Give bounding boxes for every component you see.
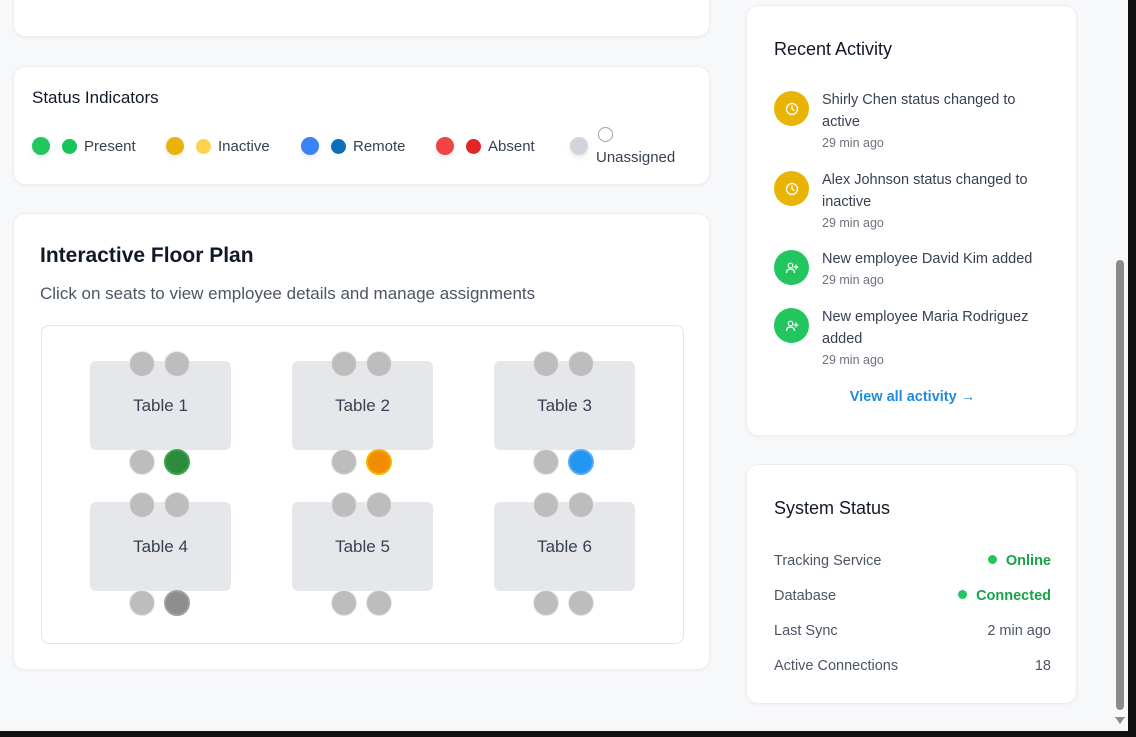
seat[interactable] xyxy=(366,492,392,518)
legend-label: Unassigned xyxy=(596,149,676,166)
window-edge xyxy=(1128,0,1136,737)
activity-time: 29 min ago xyxy=(822,136,884,150)
floor-plan-area: Table 1 Table 2 Table 3 Table 4 Table 5 Table… xyxy=(41,325,684,644)
table-label: Table 2 xyxy=(335,395,390,415)
inactive-dot xyxy=(166,137,184,155)
seat[interactable] xyxy=(366,351,392,377)
seat[interactable] xyxy=(366,590,392,616)
activity-text: Shirly Chen status changed to active xyxy=(822,92,1016,130)
status-indicators-title: Status Indicators xyxy=(32,88,159,107)
seat[interactable] xyxy=(331,590,357,616)
activity-time: 29 min ago xyxy=(822,273,884,287)
inactive-dot-small xyxy=(196,139,211,154)
status-value: Online xyxy=(987,553,1051,569)
seat[interactable] xyxy=(164,492,190,518)
remote-dot-small xyxy=(331,139,346,154)
table-2[interactable]: Table 2 xyxy=(292,361,433,450)
seat[interactable] xyxy=(366,449,392,475)
connected-dot xyxy=(958,590,968,599)
table-label: Table 4 xyxy=(133,536,188,556)
clock-icon xyxy=(774,171,809,206)
table-label: Table 5 xyxy=(335,536,390,556)
seat[interactable] xyxy=(568,590,594,616)
present-dot xyxy=(32,137,50,155)
table-label: Table 6 xyxy=(537,536,592,556)
activity-time: 29 min ago xyxy=(822,353,884,367)
table-1[interactable]: Table 1 xyxy=(90,361,231,450)
table-4[interactable]: Table 4 xyxy=(90,502,231,591)
seat[interactable] xyxy=(164,590,190,616)
seat[interactable] xyxy=(533,449,559,475)
recent-activity-title: Recent Activity xyxy=(774,39,893,59)
status-indicators-card: Status Indicators Present Inactive Remot… xyxy=(13,66,710,185)
seat[interactable] xyxy=(164,351,190,377)
seat[interactable] xyxy=(568,351,594,377)
user-plus-icon xyxy=(774,250,809,285)
online-dot xyxy=(987,555,997,564)
recent-activity-card: Recent Activity Shirly Chen status chang… xyxy=(746,5,1077,436)
status-value-text: Online xyxy=(1005,553,1051,569)
floor-plan-subtitle: Click on seats to view employee details … xyxy=(40,284,536,303)
user-plus-icon xyxy=(774,308,809,343)
table-6[interactable]: Table 6 xyxy=(494,502,635,591)
activity-text: Alex Johnson status changed to inactive xyxy=(822,172,1028,210)
remote-dot xyxy=(301,137,319,155)
table-3[interactable]: Table 3 xyxy=(494,361,635,450)
seat[interactable] xyxy=(129,449,155,475)
seat[interactable] xyxy=(331,492,357,518)
unassigned-dot-small xyxy=(598,127,613,142)
system-status-title: System Status xyxy=(774,498,891,518)
view-all-activity-link[interactable]: View all activity → xyxy=(747,389,1078,405)
table-label: Table 3 xyxy=(537,395,592,415)
seat[interactable] xyxy=(533,492,559,518)
seat[interactable] xyxy=(129,351,155,377)
absent-dot xyxy=(436,137,454,155)
absent-dot-small xyxy=(466,139,481,154)
activity-text: New employee Maria Rodriguez added xyxy=(822,309,1029,347)
scroll-down-arrow-icon[interactable] xyxy=(1115,717,1125,724)
window-edge xyxy=(0,731,1136,737)
scrollbar-thumb[interactable] xyxy=(1116,260,1124,710)
seat[interactable] xyxy=(533,590,559,616)
seat[interactable] xyxy=(568,449,594,475)
top-card xyxy=(13,0,710,37)
clock-icon xyxy=(774,91,809,126)
seat[interactable] xyxy=(331,449,357,475)
floor-plan-title: Interactive Floor Plan xyxy=(40,244,254,267)
seat[interactable] xyxy=(331,351,357,377)
status-key: Tracking Service xyxy=(774,553,882,569)
legend-label: Absent xyxy=(488,138,535,155)
activity-text: New employee David Kim added xyxy=(822,251,1033,267)
status-value-text: Connected xyxy=(976,588,1051,604)
status-key: Last Sync xyxy=(774,623,838,639)
legend-label: Remote xyxy=(353,138,406,155)
present-dot-small xyxy=(62,139,77,154)
floor-plan-card: Interactive Floor Plan Click on seats to… xyxy=(13,213,710,670)
status-value: 2 min ago xyxy=(987,623,1051,639)
status-value: Connected xyxy=(958,588,1051,604)
legend-label: Present xyxy=(84,138,136,155)
status-value: 18 xyxy=(1034,658,1051,674)
page-scrollbar[interactable] xyxy=(1112,0,1128,731)
seat[interactable] xyxy=(568,492,594,518)
seat[interactable] xyxy=(129,492,155,518)
seat[interactable] xyxy=(533,351,559,377)
legend-label: Inactive xyxy=(218,138,270,155)
activity-time: 29 min ago xyxy=(822,216,884,230)
status-key: Database xyxy=(774,588,837,604)
unassigned-dot xyxy=(570,137,588,155)
seat[interactable] xyxy=(129,590,155,616)
table-label: Table 1 xyxy=(133,395,188,415)
status-key: Active Connections xyxy=(774,658,899,674)
table-5[interactable]: Table 5 xyxy=(292,502,433,591)
system-status-card: System Status Tracking Service Online Da… xyxy=(746,464,1077,704)
seat[interactable] xyxy=(164,449,190,475)
